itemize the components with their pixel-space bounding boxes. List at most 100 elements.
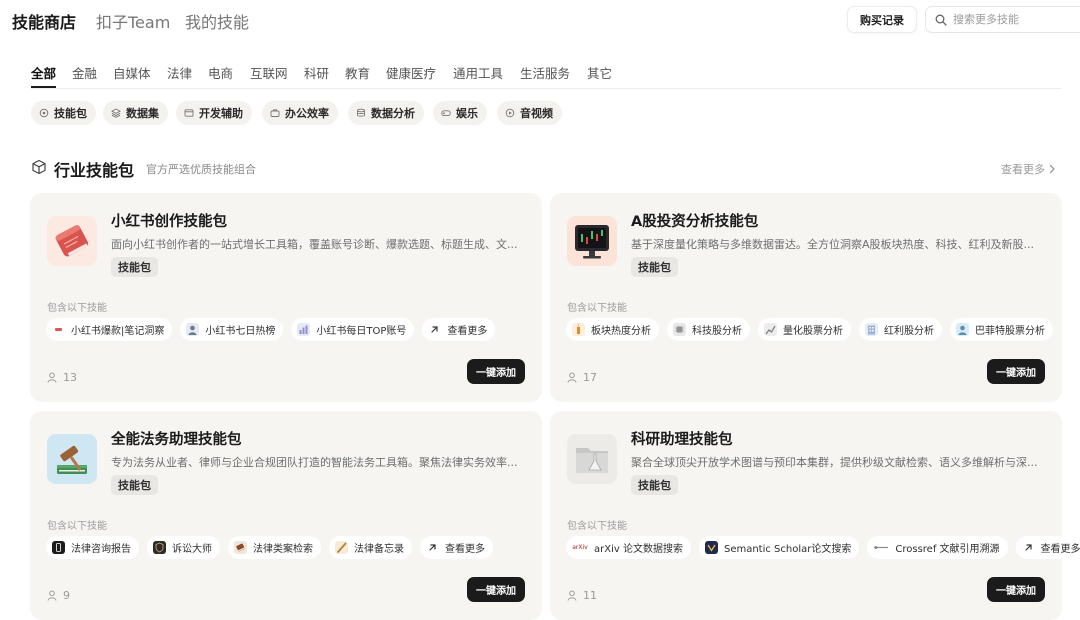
user-count-value: 17: [583, 371, 597, 384]
card-title[interactable]: A股投资分析技能包: [631, 210, 758, 231]
nav-tab-skill-store[interactable]: 技能商店: [12, 9, 76, 33]
skill-chip[interactable]: 板块热度分析: [566, 318, 659, 341]
skill-pack-card[interactable]: 全能法务助理技能包 专为法务从业者、律师与企业合规团队打造的智能法务工具箱。聚焦…: [30, 411, 542, 620]
stock-monitor-thumbnail-icon: [567, 216, 617, 266]
category-tab-life-services[interactable]: 生活服务: [520, 63, 570, 82]
skill-chip-label: 法律咨询报告: [71, 544, 131, 555]
category-tab-internet[interactable]: 互联网: [250, 63, 288, 82]
book-icon: [234, 541, 247, 554]
arrow-up-right-icon: [1022, 541, 1035, 554]
card-title[interactable]: 全能法务助理技能包: [111, 428, 242, 449]
category-tab-general-tools[interactable]: 通用工具: [453, 63, 503, 82]
nav-tab-my-skills[interactable]: 我的技能: [185, 9, 249, 33]
category-tab-research[interactable]: 科研: [304, 63, 329, 82]
skills-row: arXiv arXiv 论文数据搜索 Semantic Scholar论文搜索 …: [566, 536, 1080, 559]
skill-chip-label: 小红书七日热榜: [205, 326, 276, 337]
category-tab-education[interactable]: 教育: [345, 63, 370, 82]
skill-chip-label: 巴菲特股票分析: [975, 326, 1045, 337]
add-all-button[interactable]: 一键添加: [467, 577, 525, 602]
user-icon: [567, 372, 577, 383]
user-count: 13: [47, 371, 77, 384]
skill-chip[interactable]: 法律类案检索: [228, 536, 321, 559]
user-count-value: 13: [63, 371, 77, 384]
category-tab-health[interactable]: 健康医疗: [386, 63, 436, 82]
gavel-thumbnail-icon: [47, 434, 97, 484]
filter-chip-dataset[interactable]: 数据集: [103, 101, 168, 125]
skill-chip[interactable]: 小红书爆款|笔记洞察: [46, 318, 173, 341]
card-description: 聚合全球顶尖开放学术图谱与预印本集群，提供秒级文献检索、语义多维解析与深...: [631, 456, 1038, 469]
portrait-icon: [956, 323, 969, 336]
add-all-button[interactable]: 一键添加: [467, 359, 525, 384]
card-description: 基于深度量化策略与多维数据雷达。全方位洞察A股板块热度、科技、红利及新股...: [631, 238, 1035, 251]
skill-chip[interactable]: 小红书七日热榜: [180, 318, 284, 341]
includes-label: 包含以下技能: [567, 303, 627, 314]
see-more-skills-chip[interactable]: 查看更多: [420, 536, 493, 559]
card-title[interactable]: 科研助理技能包: [631, 428, 733, 449]
filter-chip-dev-assist[interactable]: 开发辅助: [176, 101, 252, 125]
category-tab-finance[interactable]: 金融: [72, 63, 97, 82]
filter-chip-office[interactable]: 办公效率: [262, 101, 338, 125]
pen-icon: [335, 541, 348, 554]
filter-chip-data-analysis[interactable]: 数据分析: [348, 101, 424, 125]
purchase-history-button[interactable]: 购买记录: [847, 6, 917, 33]
skill-chip-label: 查看更多: [1040, 544, 1080, 555]
filter-chip-label: 娱乐: [456, 107, 478, 120]
filter-chip-package[interactable]: 技能包: [31, 101, 96, 125]
filter-chip-label: 办公效率: [285, 107, 329, 120]
nav-tab-coze-team[interactable]: 扣子Team: [96, 9, 170, 33]
includes-label: 包含以下技能: [47, 303, 107, 314]
skill-chip-label: 量化股票分析: [783, 326, 843, 337]
filter-chip-label: 开发辅助: [199, 107, 243, 120]
includes-label: 包含以下技能: [567, 521, 627, 532]
skill-pack-card[interactable]: 科研助理技能包 聚合全球顶尖开放学术图谱与预印本集群，提供秒级文献检索、语义多维…: [550, 411, 1080, 620]
skill-chip-label: Crossref 文献引用溯源: [895, 544, 1000, 555]
see-more-label: 查看更多: [1001, 163, 1045, 176]
skill-pack-card[interactable]: A股投资分析技能包 基于深度量化策略与多维数据雷达。全方位洞察A股板块热度、科技…: [550, 193, 1062, 402]
category-tab-self-media[interactable]: 自媒体: [113, 63, 151, 82]
see-more-skills-chip[interactable]: 查看更多: [1015, 536, 1080, 559]
see-more-link[interactable]: 查看更多: [1001, 161, 1056, 177]
filter-chip-audio-video[interactable]: 音视频: [497, 101, 562, 125]
skill-chip-label: 查看更多: [445, 544, 485, 555]
skill-chip[interactable]: 红利股分析: [859, 318, 942, 341]
card-title[interactable]: 小红书创作技能包: [111, 210, 227, 231]
skill-chip[interactable]: 法律备忘录: [329, 536, 412, 559]
skill-chip[interactable]: 法律咨询报告: [46, 536, 139, 559]
skill-chip[interactable]: Crossref 文献引用溯源: [867, 536, 1008, 559]
arrow-up-right-icon: [428, 323, 441, 336]
filter-chip-label: 数据分析: [371, 107, 415, 120]
card-description: 面向小红书创作者的一站式增长工具箱，覆盖账号诊断、爆款选题、标题生成、文...: [111, 238, 518, 251]
skills-row: 板块热度分析 科技股分析 量化股票分析 红利股分析 巴菲特股票分析: [566, 318, 1053, 341]
notebook-thumbnail-icon: [47, 216, 97, 266]
search-input[interactable]: [953, 13, 1073, 26]
skill-chip[interactable]: 科技股分析: [667, 318, 750, 341]
skill-chip[interactable]: 巴菲特股票分析: [950, 318, 1053, 341]
chevron-right-icon: [1049, 164, 1055, 174]
window-icon: [184, 108, 194, 118]
add-all-button[interactable]: 一键添加: [987, 359, 1045, 384]
category-tab-law[interactable]: 法律: [167, 63, 192, 82]
search-box[interactable]: [925, 6, 1080, 33]
see-more-skills-chip[interactable]: 查看更多: [422, 318, 496, 341]
shield-icon: [153, 541, 166, 554]
quant-icon: [764, 323, 777, 336]
category-tab-other[interactable]: 其它: [587, 63, 612, 82]
category-tab-ecommerce[interactable]: 电商: [208, 63, 233, 82]
skill-pack-card[interactable]: 小红书创作技能包 面向小红书创作者的一站式增长工具箱，覆盖账号诊断、爆款选题、标…: [30, 193, 542, 402]
skill-chip[interactable]: arXiv arXiv 论文数据搜索: [566, 536, 691, 559]
filter-chip-entertainment[interactable]: 娱乐: [433, 101, 487, 125]
skill-chip[interactable]: 量化股票分析: [758, 318, 851, 341]
xiaohongshu-icon: [52, 323, 65, 336]
add-all-button[interactable]: 一键添加: [987, 577, 1045, 602]
database-icon: [356, 108, 366, 118]
skill-chip[interactable]: 诉讼大师: [147, 536, 220, 559]
category-tab-all[interactable]: 全部: [31, 63, 56, 82]
candle-icon: [572, 323, 585, 336]
filter-chip-label: 技能包: [54, 107, 87, 120]
folder-flask-thumbnail-icon: [567, 434, 617, 484]
skill-chip[interactable]: 小红书每日TOP账号: [291, 318, 415, 341]
skill-chip[interactable]: Semantic Scholar论文搜索: [698, 536, 860, 559]
card-badge: 技能包: [631, 475, 678, 495]
card-badge: 技能包: [631, 257, 678, 277]
skill-chip-label: 小红书每日TOP账号: [316, 326, 407, 337]
